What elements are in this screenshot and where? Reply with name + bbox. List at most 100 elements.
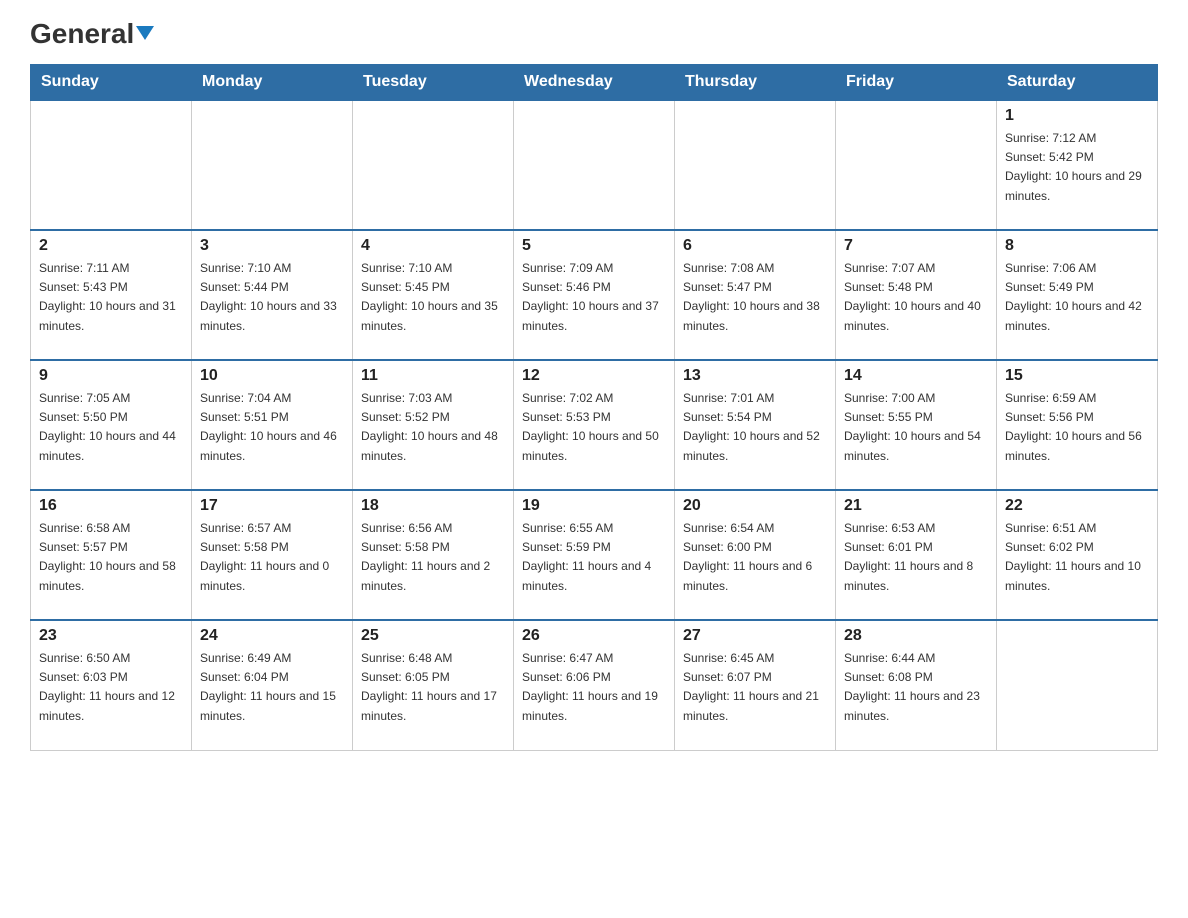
day-number: 19: [522, 497, 666, 515]
day-info: Sunrise: 6:45 AMSunset: 6:07 PMDaylight:…: [683, 649, 827, 726]
calendar-cell: [514, 100, 675, 230]
calendar-cell: 24 Sunrise: 6:49 AMSunset: 6:04 PMDayligh…: [192, 620, 353, 750]
calendar-cell: [353, 100, 514, 230]
logo-general-text: General: [30, 20, 154, 48]
calendar-cell: [31, 100, 192, 230]
day-number: 17: [200, 497, 344, 515]
calendar-cell: 4 Sunrise: 7:10 AMSunset: 5:45 PMDaylight…: [353, 230, 514, 360]
calendar-cell: 22 Sunrise: 6:51 AMSunset: 6:02 PMDayligh…: [997, 490, 1158, 620]
day-info: Sunrise: 6:44 AMSunset: 6:08 PMDaylight:…: [844, 649, 988, 726]
header-friday: Friday: [836, 65, 997, 101]
calendar-cell: [997, 620, 1158, 750]
day-number: 18: [361, 497, 505, 515]
day-info: Sunrise: 6:55 AMSunset: 5:59 PMDaylight:…: [522, 519, 666, 596]
day-header-row: Sunday Monday Tuesday Wednesday Thursday…: [31, 65, 1158, 101]
calendar-cell: 20 Sunrise: 6:54 AMSunset: 6:00 PMDayligh…: [675, 490, 836, 620]
day-info: Sunrise: 7:01 AMSunset: 5:54 PMDaylight:…: [683, 389, 827, 466]
day-info: Sunrise: 6:59 AMSunset: 5:56 PMDaylight:…: [1005, 389, 1149, 466]
day-info: Sunrise: 6:51 AMSunset: 6:02 PMDaylight:…: [1005, 519, 1149, 596]
calendar-cell: 23 Sunrise: 6:50 AMSunset: 6:03 PMDayligh…: [31, 620, 192, 750]
day-number: 28: [844, 627, 988, 645]
day-info: Sunrise: 7:04 AMSunset: 5:51 PMDaylight:…: [200, 389, 344, 466]
day-number: 16: [39, 497, 183, 515]
day-number: 1: [1005, 107, 1149, 125]
day-info: Sunrise: 7:03 AMSunset: 5:52 PMDaylight:…: [361, 389, 505, 466]
header-sunday: Sunday: [31, 65, 192, 101]
day-info: Sunrise: 7:00 AMSunset: 5:55 PMDaylight:…: [844, 389, 988, 466]
calendar-week-row: 1 Sunrise: 7:12 AMSunset: 5:42 PMDaylight…: [31, 100, 1158, 230]
day-info: Sunrise: 7:05 AMSunset: 5:50 PMDaylight:…: [39, 389, 183, 466]
calendar-cell: 10 Sunrise: 7:04 AMSunset: 5:51 PMDayligh…: [192, 360, 353, 490]
calendar-cell: [675, 100, 836, 230]
logo-triangle-icon: [136, 26, 154, 40]
day-info: Sunrise: 6:47 AMSunset: 6:06 PMDaylight:…: [522, 649, 666, 726]
day-number: 12: [522, 367, 666, 385]
day-number: 5: [522, 237, 666, 255]
calendar-cell: [192, 100, 353, 230]
calendar-cell: 19 Sunrise: 6:55 AMSunset: 5:59 PMDayligh…: [514, 490, 675, 620]
day-number: 10: [200, 367, 344, 385]
calendar-cell: 7Sunrise: 7:07 AMSunset: 5:48 PMDaylight…: [836, 230, 997, 360]
header-wednesday: Wednesday: [514, 65, 675, 101]
calendar-cell: 25Sunrise: 6:48 AMSunset: 6:05 PMDayligh…: [353, 620, 514, 750]
day-number: 24: [200, 627, 344, 645]
day-number: 3: [200, 237, 344, 255]
day-info: Sunrise: 7:09 AMSunset: 5:46 PMDaylight:…: [522, 259, 666, 336]
header-saturday: Saturday: [997, 65, 1158, 101]
header: General: [30, 20, 1158, 48]
calendar-cell: 26 Sunrise: 6:47 AMSunset: 6:06 PMDayligh…: [514, 620, 675, 750]
day-number: 26: [522, 627, 666, 645]
header-monday: Monday: [192, 65, 353, 101]
calendar-cell: 2 Sunrise: 7:11 AMSunset: 5:43 PMDaylight…: [31, 230, 192, 360]
calendar-week-row: 2 Sunrise: 7:11 AMSunset: 5:43 PMDaylight…: [31, 230, 1158, 360]
calendar-cell: 3 Sunrise: 7:10 AMSunset: 5:44 PMDaylight…: [192, 230, 353, 360]
calendar-cell: 6Sunrise: 7:08 AMSunset: 5:47 PMDaylight…: [675, 230, 836, 360]
calendar-cell: 5 Sunrise: 7:09 AMSunset: 5:46 PMDaylight…: [514, 230, 675, 360]
calendar-cell: 1 Sunrise: 7:12 AMSunset: 5:42 PMDaylight…: [997, 100, 1158, 230]
calendar-cell: 27 Sunrise: 6:45 AMSunset: 6:07 PMDayligh…: [675, 620, 836, 750]
calendar-cell: 16Sunrise: 6:58 AMSunset: 5:57 PMDayligh…: [31, 490, 192, 620]
calendar-week-row: 9 Sunrise: 7:05 AMSunset: 5:50 PMDaylight…: [31, 360, 1158, 490]
day-number: 20: [683, 497, 827, 515]
day-number: 13: [683, 367, 827, 385]
calendar-week-row: 16Sunrise: 6:58 AMSunset: 5:57 PMDayligh…: [31, 490, 1158, 620]
calendar-cell: 9 Sunrise: 7:05 AMSunset: 5:50 PMDaylight…: [31, 360, 192, 490]
calendar-cell: 14 Sunrise: 7:00 AMSunset: 5:55 PMDayligh…: [836, 360, 997, 490]
calendar-cell: 18 Sunrise: 6:56 AMSunset: 5:58 PMDayligh…: [353, 490, 514, 620]
day-info: Sunrise: 6:49 AMSunset: 6:04 PMDaylight:…: [200, 649, 344, 726]
day-number: 22: [1005, 497, 1149, 515]
calendar-cell: 21 Sunrise: 6:53 AMSunset: 6:01 PMDayligh…: [836, 490, 997, 620]
day-info: Sunrise: 6:54 AMSunset: 6:00 PMDaylight:…: [683, 519, 827, 596]
day-number: 8: [1005, 237, 1149, 255]
day-info: Sunrise: 7:12 AMSunset: 5:42 PMDaylight:…: [1005, 129, 1149, 206]
day-number: 23: [39, 627, 183, 645]
day-info: Sunrise: 7:11 AMSunset: 5:43 PMDaylight:…: [39, 259, 183, 336]
day-info: Sunrise: 7:08 AMSunset: 5:47 PMDaylight:…: [683, 259, 827, 336]
day-number: 7: [844, 237, 988, 255]
day-number: 14: [844, 367, 988, 385]
day-info: Sunrise: 7:10 AMSunset: 5:45 PMDaylight:…: [361, 259, 505, 336]
calendar-cell: 11 Sunrise: 7:03 AMSunset: 5:52 PMDayligh…: [353, 360, 514, 490]
day-number: 4: [361, 237, 505, 255]
day-info: Sunrise: 7:10 AMSunset: 5:44 PMDaylight:…: [200, 259, 344, 336]
day-info: Sunrise: 6:50 AMSunset: 6:03 PMDaylight:…: [39, 649, 183, 726]
calendar-cell: 12 Sunrise: 7:02 AMSunset: 5:53 PMDayligh…: [514, 360, 675, 490]
day-number: 27: [683, 627, 827, 645]
calendar-cell: 13 Sunrise: 7:01 AMSunset: 5:54 PMDayligh…: [675, 360, 836, 490]
day-number: 9: [39, 367, 183, 385]
day-info: Sunrise: 7:06 AMSunset: 5:49 PMDaylight:…: [1005, 259, 1149, 336]
day-info: Sunrise: 6:56 AMSunset: 5:58 PMDaylight:…: [361, 519, 505, 596]
day-number: 15: [1005, 367, 1149, 385]
day-info: Sunrise: 6:53 AMSunset: 6:01 PMDaylight:…: [844, 519, 988, 596]
day-number: 2: [39, 237, 183, 255]
calendar-cell: 15 Sunrise: 6:59 AMSunset: 5:56 PMDayligh…: [997, 360, 1158, 490]
day-info: Sunrise: 6:57 AMSunset: 5:58 PMDaylight:…: [200, 519, 344, 596]
calendar-cell: 28 Sunrise: 6:44 AMSunset: 6:08 PMDayligh…: [836, 620, 997, 750]
day-number: 11: [361, 367, 505, 385]
calendar-cell: 17 Sunrise: 6:57 AMSunset: 5:58 PMDayligh…: [192, 490, 353, 620]
day-number: 21: [844, 497, 988, 515]
logo: General: [30, 20, 154, 48]
calendar-table: Sunday Monday Tuesday Wednesday Thursday…: [30, 64, 1158, 751]
calendar-cell: [836, 100, 997, 230]
day-info: Sunrise: 7:02 AMSunset: 5:53 PMDaylight:…: [522, 389, 666, 466]
